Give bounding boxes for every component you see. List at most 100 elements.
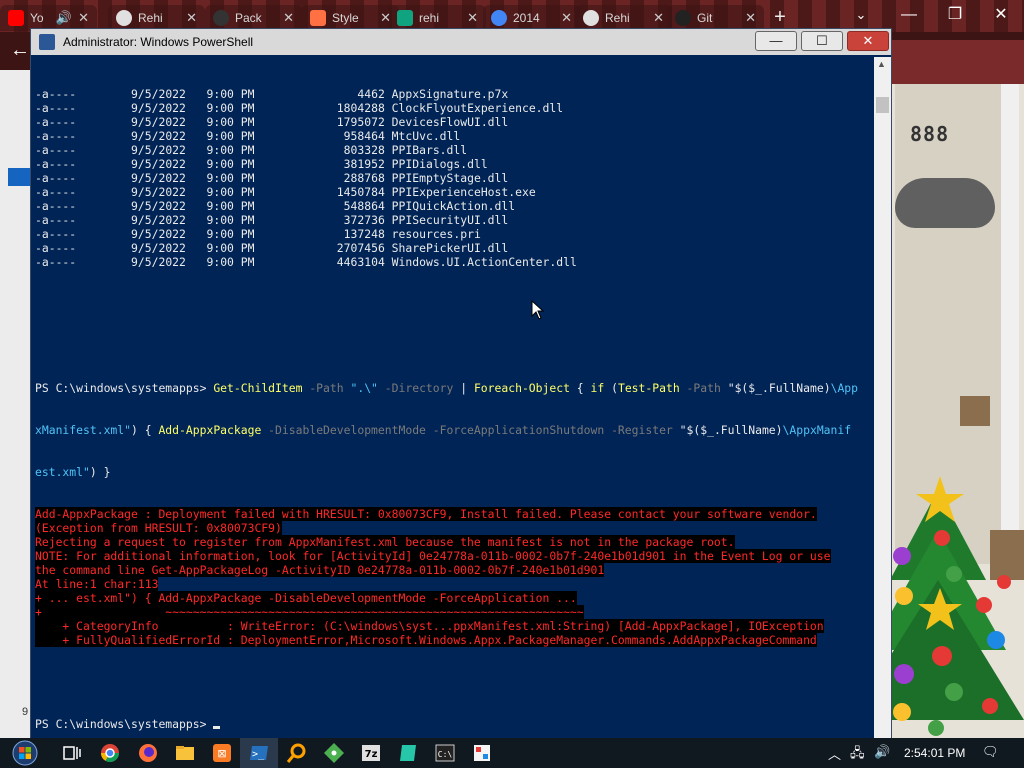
error-line: the command line Get-AppPackageLog -Acti…	[35, 563, 873, 577]
tab-close-icon[interactable]: ✕	[561, 10, 572, 26]
listing-time: 9:00 PM	[206, 199, 255, 213]
listing-mode: -a----	[35, 227, 77, 241]
listing-length: 1795072	[336, 115, 385, 129]
firefox-icon[interactable]	[137, 742, 159, 764]
listing-row: -a---- 9/5/2022 9:00 PM 137248 resources…	[35, 227, 873, 241]
listing-date: 9/5/2022	[131, 115, 186, 129]
listing-date: 9/5/2022	[131, 241, 186, 255]
listing-mode: -a----	[35, 171, 77, 185]
listing-length: 372736	[343, 213, 385, 227]
listing-length: 1450784	[336, 185, 385, 199]
svg-text:C:\: C:\	[438, 750, 453, 759]
site-icon	[397, 10, 413, 26]
error-line: (Exception from HRESULT: 0x80073CF9)	[35, 521, 873, 535]
vertical-scrollbar[interactable]: ▲	[874, 57, 891, 739]
listing-date: 9/5/2022	[131, 143, 186, 157]
listing-row: -a---- 9/5/2022 9:00 PM 288768 PPIEmptyS…	[35, 171, 873, 185]
error-line: + FullyQualifiedErrorId : DeploymentErro…	[35, 633, 873, 647]
tab-close-icon[interactable]: ✕	[186, 10, 197, 26]
xampp-icon[interactable]: ⊠	[211, 742, 233, 764]
listing-mode: -a----	[35, 213, 77, 227]
command-token: Foreach-Object	[473, 381, 570, 395]
close-button[interactable]: ✕	[847, 31, 889, 51]
task-view-icon[interactable]	[61, 742, 83, 764]
listing-row: -a---- 9/5/2022 9:00 PM 4463104 Windows.…	[35, 255, 873, 269]
scrollbar-thumb[interactable]	[876, 97, 889, 113]
error-text: (Exception from HRESULT: 0x80073CF9)	[35, 521, 282, 535]
file-explorer-icon[interactable]	[174, 742, 196, 764]
tab-close-icon[interactable]: ✕	[78, 10, 89, 26]
error-text: the command line Get-AppPackageLog -Acti…	[35, 563, 605, 577]
listing-length: 137248	[343, 227, 385, 241]
browser-restore-button[interactable]: ❐	[932, 0, 978, 32]
listing-time: 9:00 PM	[206, 157, 255, 171]
command-line-2: xManifest.xml") { Add-AppxPackage -Disab…	[35, 423, 873, 437]
powershell-icon	[39, 34, 55, 50]
clock[interactable]: 2:54:01 PM	[904, 746, 965, 760]
scroll-up-icon[interactable]: ▲	[877, 59, 886, 69]
youtube-icon	[8, 10, 24, 26]
7zip-icon[interactable]: 7z	[360, 742, 382, 764]
listing-date: 9/5/2022	[131, 227, 186, 241]
game-titlebar	[875, 40, 1024, 84]
listing-row: -a---- 9/5/2022 9:00 PM 1804288 ClockFly…	[35, 101, 873, 115]
chrome-icon[interactable]	[99, 742, 121, 764]
notifications-icon[interactable]: 🗨	[982, 744, 999, 760]
listing-time: 9:00 PM	[206, 227, 255, 241]
command-line-3: est.xml") }	[35, 465, 873, 479]
command-token: ) }	[89, 465, 111, 479]
error-text: + CategoryInfo : WriteError: (C:\windows…	[35, 619, 824, 633]
powershell-titlebar[interactable]: Administrator: Windows PowerShell — ☐ ✕	[31, 29, 891, 55]
new-tab-button[interactable]: +	[768, 6, 792, 28]
listing-length: 2707456	[336, 241, 385, 255]
tab-close-icon[interactable]: ✕	[467, 10, 478, 26]
browser-minimize-button[interactable]: —	[886, 0, 932, 32]
git-icon[interactable]	[323, 742, 345, 764]
back-arrow-icon[interactable]: ←	[10, 39, 30, 62]
console-output[interactable]: -a---- 9/5/2022 9:00 PM 4462 AppxSignatu…	[35, 59, 873, 739]
listing-mode: -a----	[35, 255, 77, 269]
taskbar: ⊠ >_ 7z C:\ ︿ 🖧 🔊 2:54:01 PM 🗨	[0, 738, 1024, 768]
listing-time: 9:00 PM	[206, 101, 255, 115]
error-text: At line:1 char:113	[35, 577, 159, 591]
listing-row: -a---- 9/5/2022 9:00 PM 1450784 PPIExper…	[35, 185, 873, 199]
listing-mode: -a----	[35, 115, 77, 129]
tab-title: rehi	[419, 11, 440, 25]
powershell-taskbar-icon[interactable]: >_	[248, 742, 270, 764]
listing-time: 9:00 PM	[206, 129, 255, 143]
paint-icon[interactable]	[471, 742, 493, 764]
volume-icon[interactable]: 🔊	[874, 744, 890, 760]
page-number: 9	[22, 706, 29, 718]
current-prompt[interactable]: PS C:\windows\systemapps>	[35, 717, 873, 731]
brick-sprite	[960, 396, 990, 426]
error-text: Add-AppxPackage : Deployment failed with…	[35, 507, 817, 521]
command-token: ) {	[131, 423, 159, 437]
listing-length: 548864	[343, 199, 385, 213]
network-icon[interactable]: 🖧	[850, 744, 865, 766]
powershell-window[interactable]: Administrator: Windows PowerShell — ☐ ✕ …	[30, 28, 892, 740]
browser-close-button[interactable]: ✕	[978, 0, 1024, 32]
listing-row: -a---- 9/5/2022 9:00 PM 381952 PPIDialog…	[35, 157, 873, 171]
error-line: + ~~~~~~~~~~~~~~~~~~~~~~~~~~~~~~~~~~~~~~…	[35, 605, 873, 619]
svg-text:⊠: ⊠	[217, 747, 226, 760]
page-side-strip: 9	[0, 70, 34, 740]
command-token: \App	[830, 381, 859, 395]
notepad-icon[interactable]	[397, 742, 419, 764]
error-text: + ... est.xml") { Add-AppxPackage -Disab…	[35, 591, 577, 605]
tab-close-icon[interactable]: ✕	[653, 10, 664, 26]
tab-close-icon[interactable]: ✕	[283, 10, 294, 26]
listing-mode: -a----	[35, 129, 77, 143]
tab-close-icon[interactable]: ✕	[745, 10, 756, 26]
command-token: -Directory	[377, 381, 454, 395]
terminal-icon[interactable]: C:\	[434, 742, 456, 764]
listing-row: -a---- 9/5/2022 9:00 PM 4462 AppxSignatu…	[35, 87, 873, 101]
show-hidden-icons[interactable]: ︿	[828, 744, 841, 763]
maximize-button[interactable]: ☐	[801, 31, 843, 51]
start-button[interactable]	[10, 740, 40, 766]
minimize-button[interactable]: —	[755, 31, 797, 51]
listing-length: 4463104	[336, 255, 385, 269]
audio-icon[interactable]: 🔊	[56, 10, 72, 26]
search-tool-icon[interactable]	[286, 742, 308, 764]
listing-length: 803328	[343, 143, 385, 157]
